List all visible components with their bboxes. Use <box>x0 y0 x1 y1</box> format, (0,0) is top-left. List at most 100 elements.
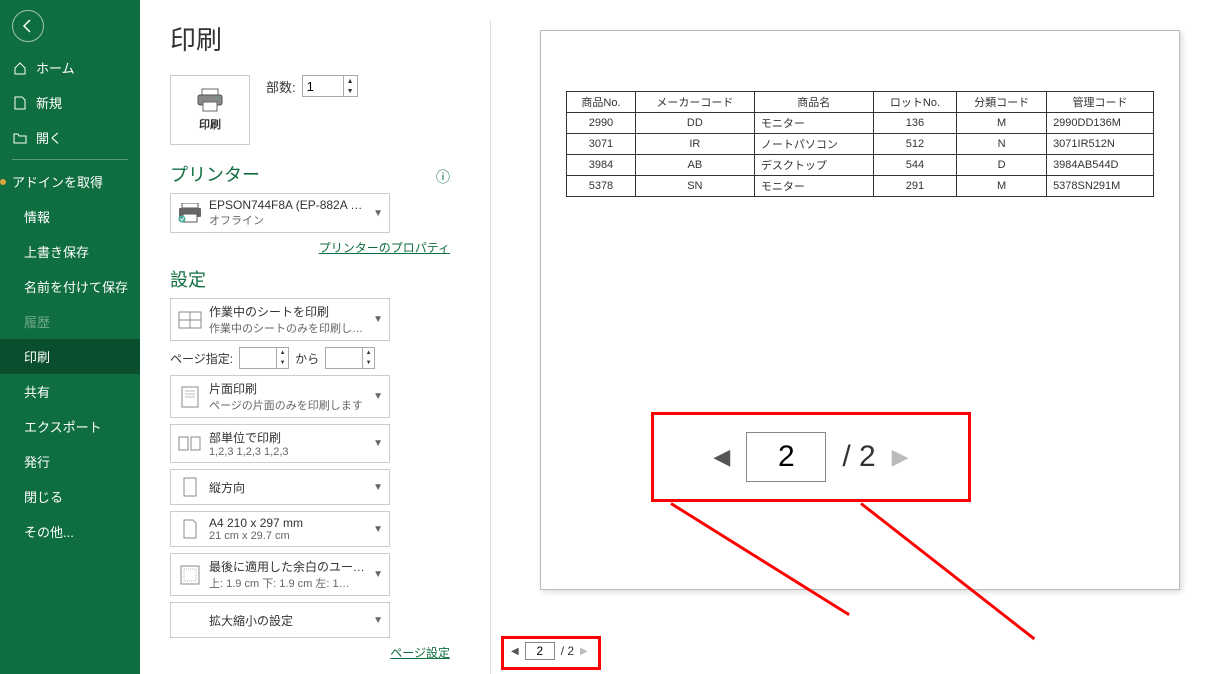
sidebar-item-save[interactable]: 上書き保存 <box>0 234 140 269</box>
table-row: 3984ABデスクトップ544D3984AB544D <box>567 155 1154 176</box>
current-page-input[interactable] <box>525 642 555 660</box>
dropdown-arrow-icon: ▼ <box>373 615 383 626</box>
setting-sides[interactable]: 片面印刷 ページの片面のみを印刷します ▼ <box>170 375 390 418</box>
printer-select[interactable]: EPSON744F8A (EP-882A S… オフライン ▼ <box>170 193 390 233</box>
sheet-icon <box>177 307 203 333</box>
dropdown-arrow-icon: ▼ <box>373 314 383 325</box>
sidebar-item-more[interactable]: その他... <box>0 514 140 549</box>
sidebar-addin-label: アドインを取得 <box>12 172 103 191</box>
printer-name: EPSON744F8A (EP-882A S… <box>209 198 369 212</box>
table-cell: 2990DD136M <box>1047 113 1154 134</box>
table-row: 3071IRノートパソコン512N3071IR512N <box>567 134 1154 155</box>
sidebar-close-label: 閉じる <box>24 487 63 506</box>
sidebar-info-label: 情報 <box>24 207 50 226</box>
sidebar-item-new[interactable]: 新規 <box>0 85 140 120</box>
setting-print-what[interactable]: 作業中のシートを印刷 作業中のシートのみを印刷します ▼ <box>170 298 390 341</box>
setting-margins[interactable]: 最後に適用した余白のユーザー設定 上: 1.9 cm 下: 1.9 cm 左: … <box>170 553 390 596</box>
page-from-spinner[interactable]: ▲▼ <box>239 347 289 369</box>
sidebar-new-label: 新規 <box>36 93 62 112</box>
page-setup-link[interactable]: ページ設定 <box>170 644 450 661</box>
table-cell: 3984 <box>567 155 636 176</box>
paper-icon <box>177 516 203 542</box>
table-cell: 3071 <box>567 134 636 155</box>
setting-side-line1: 片面印刷 <box>209 380 369 397</box>
page-navigator: ◀ / 2 ▶ <box>511 642 588 660</box>
copies-spinner[interactable]: ▲▼ <box>302 75 358 97</box>
callout-page-input[interactable] <box>746 432 826 482</box>
callout-prev-icon[interactable]: ◀ <box>713 444 730 470</box>
dropdown-arrow-icon: ▼ <box>373 391 383 402</box>
page-range-label: ページ指定: <box>170 350 233 367</box>
callout-zoom: ◀ / 2 ▶ <box>651 412 971 502</box>
copies-down[interactable]: ▼ <box>344 86 357 96</box>
print-button-label: 印刷 <box>199 116 221 132</box>
setting-paper[interactable]: A4 210 x 297 mm 21 cm x 29.7 cm ▼ <box>170 511 390 547</box>
table-row: 5378SNモニター291M5378SN291M <box>567 176 1154 197</box>
setting-side-line2: ページの片面のみを印刷します <box>209 397 369 413</box>
printer-icon <box>196 88 224 112</box>
setting-collate[interactable]: 部単位で印刷 1,2,3 1,2,3 1,2,3 ▼ <box>170 424 390 463</box>
collate-icon <box>177 431 203 457</box>
sidebar-saveas-label: 名前を付けて保存 <box>24 277 128 296</box>
table-cell: 5378 <box>567 176 636 197</box>
table-cell: AB <box>635 155 754 176</box>
portrait-icon <box>177 474 203 500</box>
table-cell: モニター <box>754 176 873 197</box>
setting-scale-label: 拡大縮小の設定 <box>209 612 369 629</box>
sidebar-item-addin[interactable]: アドインを取得 <box>0 164 140 199</box>
printer-properties-link[interactable]: プリンターのプロパティ <box>170 239 450 256</box>
table-cell: 5378SN291M <box>1047 176 1154 197</box>
setting-paper-line2: 21 cm x 29.7 cm <box>209 530 369 542</box>
table-cell: M <box>957 113 1047 134</box>
print-button[interactable]: 印刷 <box>170 75 250 145</box>
printer-device-icon <box>177 200 203 226</box>
table-cell: 291 <box>873 176 956 197</box>
sidebar-home-label: ホーム <box>36 58 75 77</box>
table-header: ロットNo. <box>873 92 956 113</box>
table-cell: N <box>957 134 1047 155</box>
page-range-to-label: から <box>295 350 319 367</box>
addin-dot-icon <box>0 179 6 185</box>
home-icon <box>12 60 28 76</box>
sidebar-item-open[interactable]: 開く <box>0 120 140 155</box>
sidebar-item-export[interactable]: エクスポート <box>0 409 140 444</box>
sidebar-item-print[interactable]: 印刷 <box>0 339 140 374</box>
sidebar-item-publish[interactable]: 発行 <box>0 444 140 479</box>
table-header: 商品No. <box>567 92 636 113</box>
page-to-spinner[interactable]: ▲▼ <box>325 347 375 369</box>
table-cell: 3984AB544D <box>1047 155 1154 176</box>
setting-margin-line1: 最後に適用した余白のユーザー設定 <box>209 558 369 575</box>
page-to-input[interactable] <box>326 348 362 368</box>
printer-status: オフライン <box>209 212 369 228</box>
setting-orientation[interactable]: 縦方向 ▼ <box>170 469 390 505</box>
table-cell: モニター <box>754 113 873 134</box>
info-icon[interactable]: ⓘ <box>436 167 450 187</box>
sidebar-item-close[interactable]: 閉じる <box>0 479 140 514</box>
back-button[interactable] <box>12 10 44 42</box>
preview-table: 商品No.メーカーコード商品名ロットNo.分類コード管理コード 2990DDモニ… <box>566 91 1154 197</box>
page-from-input[interactable] <box>240 348 276 368</box>
copies-up[interactable]: ▲ <box>344 76 357 86</box>
sidebar-more-label: その他... <box>24 522 74 541</box>
sidebar-export-label: エクスポート <box>24 417 102 436</box>
table-cell: D <box>957 155 1047 176</box>
table-cell: 512 <box>873 134 956 155</box>
table-header: メーカーコード <box>635 92 754 113</box>
setting-sheet-line1: 作業中のシートを印刷 <box>209 303 369 320</box>
setting-margin-line2: 上: 1.9 cm 下: 1.9 cm 左: 1… <box>209 575 369 591</box>
sidebar-item-history: 履歴 <box>0 304 140 339</box>
copies-input[interactable] <box>303 76 343 96</box>
dropdown-arrow-icon: ▼ <box>373 438 383 449</box>
table-row: 2990DDモニター136M2990DD136M <box>567 113 1154 134</box>
back-arrow-icon <box>20 18 36 34</box>
dropdown-arrow-icon: ▼ <box>373 524 383 535</box>
setting-scale[interactable]: 拡大縮小の設定 ▼ <box>170 602 390 638</box>
sidebar-item-info[interactable]: 情報 <box>0 199 140 234</box>
dropdown-arrow-icon: ▼ <box>373 208 383 219</box>
sidebar-item-home[interactable]: ホーム <box>0 50 140 85</box>
sidebar-item-saveas[interactable]: 名前を付けて保存 <box>0 269 140 304</box>
table-cell: DD <box>635 113 754 134</box>
sidebar-item-share[interactable]: 共有 <box>0 374 140 409</box>
prev-page-button[interactable]: ◀ <box>511 646 519 657</box>
open-icon <box>12 130 28 146</box>
